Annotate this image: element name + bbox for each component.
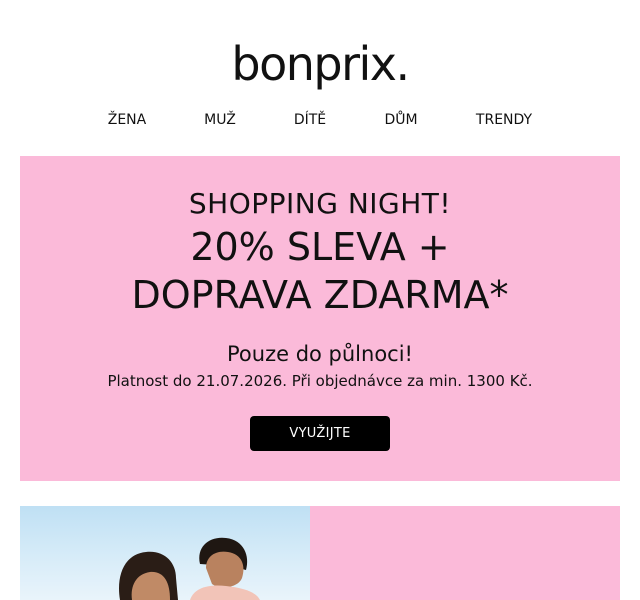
- hero-headline-line2: DOPRAVA ZDARMA*: [131, 273, 509, 317]
- hero-eyebrow: SHOPPING NIGHT!: [188, 187, 452, 220]
- models-photo-illustration: [119, 537, 260, 600]
- email-page: bonprix. ŽENA MUŽ DÍTĚ DŮM TRENDY SHOPPI…: [0, 0, 640, 600]
- use-offer-button[interactable]: VYUŽIJTE: [250, 416, 390, 451]
- hero-subheadline: Pouze do půlnoci!: [227, 342, 413, 366]
- nav-item-muz[interactable]: MUŽ: [204, 112, 236, 128]
- nav-item-trendy[interactable]: TRENDY: [476, 112, 532, 128]
- nav-item-zena[interactable]: ŽENA: [108, 112, 147, 128]
- header: bonprix.: [0, 36, 640, 92]
- bonprix-logo[interactable]: bonprix.: [231, 36, 410, 92]
- promo-panel: [310, 506, 620, 600]
- hero-terms-note: Platnost do 21.07.2026. Při objednávce z…: [107, 372, 533, 390]
- hero-banner[interactable]: SHOPPING NIGHT! 20% SLEVA + DOPRAVA ZDAR…: [20, 156, 620, 481]
- hero-headline-line1: 20% SLEVA +: [190, 225, 450, 269]
- nav-item-dite[interactable]: DÍTĚ: [294, 112, 326, 128]
- models-photo[interactable]: [20, 506, 310, 600]
- nav-item-dum[interactable]: DŮM: [384, 112, 417, 128]
- main-navigation: ŽENA MUŽ DÍTĚ DŮM TRENDY: [0, 112, 640, 134]
